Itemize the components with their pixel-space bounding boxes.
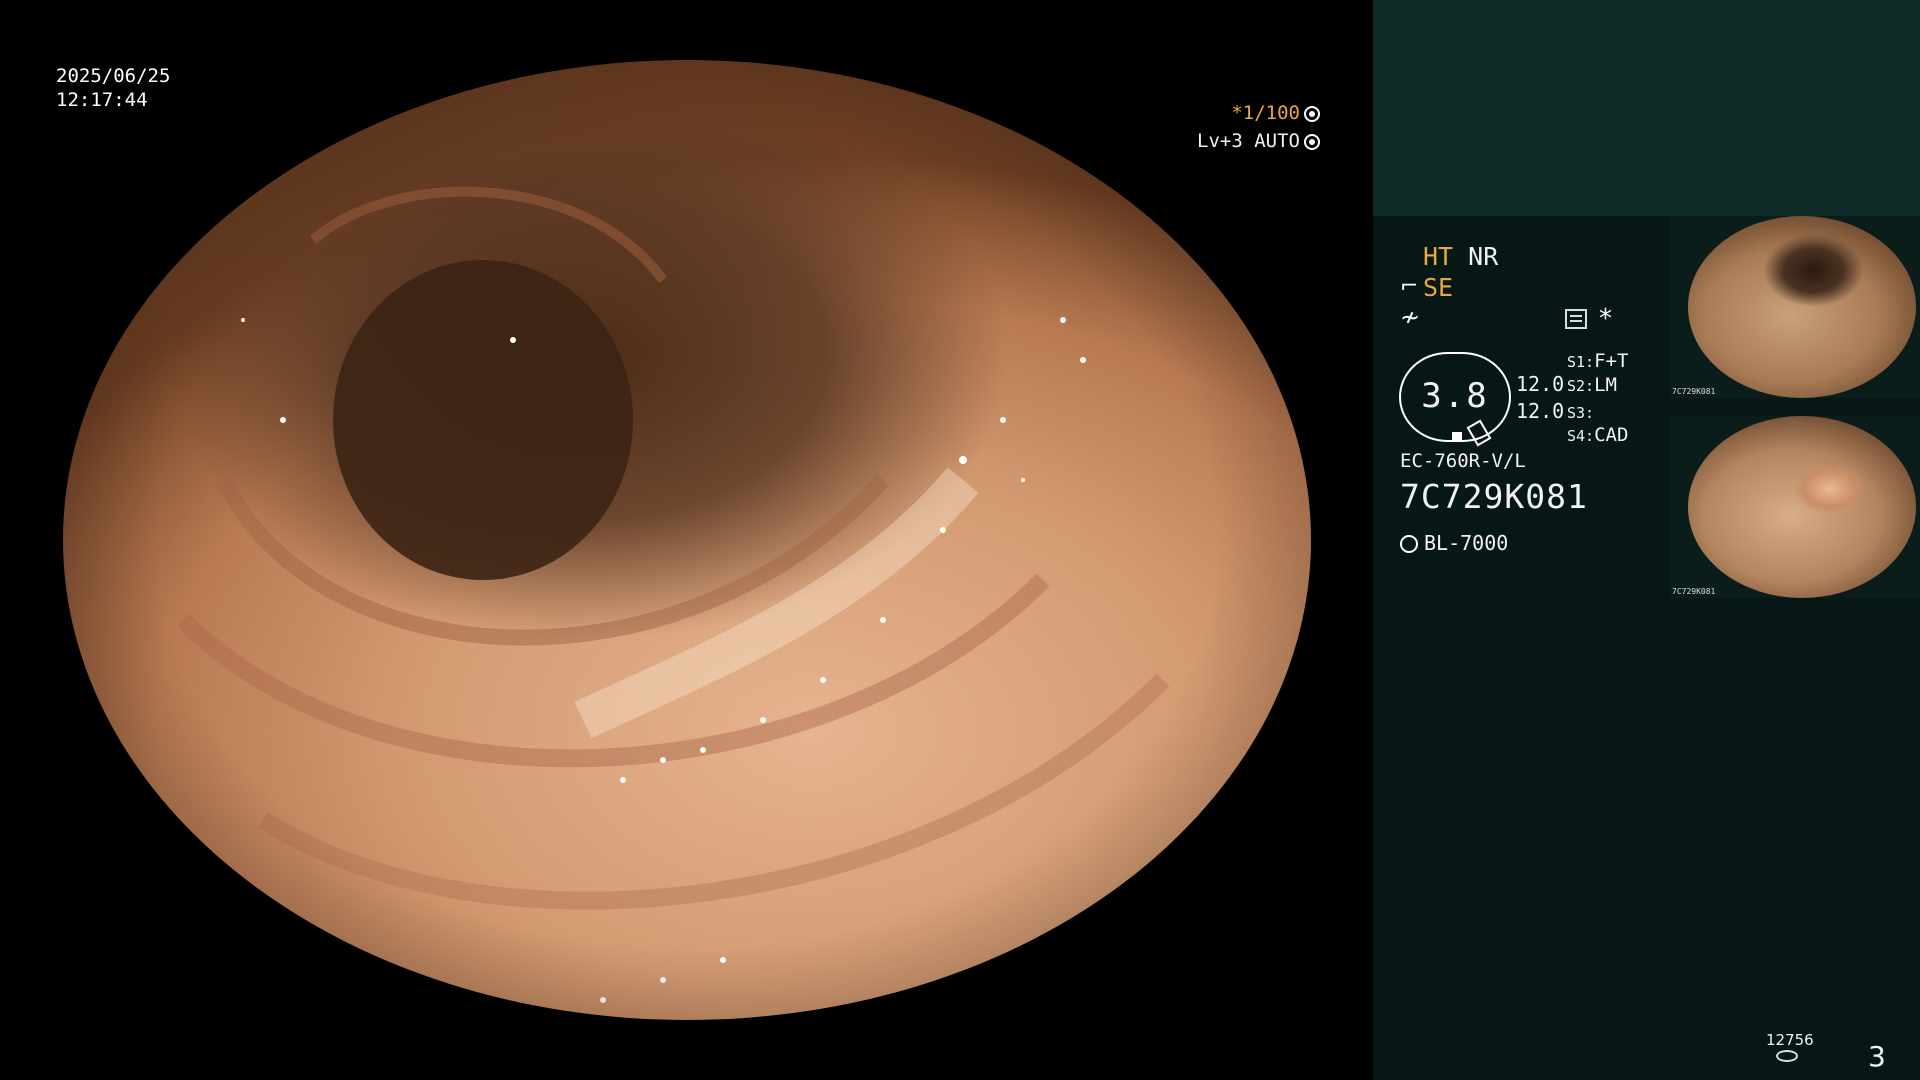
scope-enhance-icon: ⌐ bbox=[1400, 274, 1419, 299]
shutter-speed: *1/100 bbox=[1231, 102, 1300, 124]
asterisk-icon: * bbox=[1599, 304, 1612, 334]
info-panel-header bbox=[1373, 0, 1920, 216]
scope-serial: 7C729K081 bbox=[1400, 477, 1588, 516]
thumbnail-caption: 7C729K081 bbox=[1672, 587, 1716, 596]
exposure-readout: *1/100 Lv+3 AUTO bbox=[1197, 99, 1320, 155]
brightness-indicator: 3.8 bbox=[1399, 352, 1511, 447]
date-time-readout: 2025/06/25 12:17:44 bbox=[56, 64, 170, 112]
endoscopy-screen: 2025/06/25 12:17:44 *1/100 Lv+3 AUTO HT … bbox=[0, 0, 1920, 1080]
se-mode: SE bbox=[1423, 273, 1454, 302]
brightness-value: 3.8 bbox=[1421, 376, 1489, 416]
captured-thumbnail-1[interactable]: 7C729K081 bbox=[1670, 216, 1920, 398]
endoscopic-view bbox=[63, 60, 1311, 1020]
indicator-mark bbox=[1452, 432, 1462, 440]
value-1: 12.0 bbox=[1516, 372, 1565, 396]
captured-thumbnail-2[interactable]: 7C729K081 bbox=[1670, 416, 1920, 598]
switch-slot-3: S3: bbox=[1567, 404, 1595, 422]
structure-icon: ≁ bbox=[1400, 303, 1421, 331]
page-number: 3 bbox=[1868, 1040, 1886, 1073]
image-mode-line: HT NR bbox=[1423, 242, 1498, 272]
thumbnail-image bbox=[1688, 416, 1916, 598]
value-2: 12.0 bbox=[1516, 399, 1565, 423]
shutter-icon bbox=[1304, 106, 1320, 122]
date-text: 2025/06/25 bbox=[56, 65, 171, 87]
lamp-icon bbox=[1400, 535, 1418, 553]
memory-icon bbox=[1565, 309, 1587, 329]
colon-folds-illustration bbox=[176, 186, 1170, 1003]
light-source-label: BL-7000 bbox=[1424, 531, 1509, 555]
time-text: 12:17:44 bbox=[56, 89, 148, 111]
thumbnail-image bbox=[1688, 216, 1916, 398]
brightness-level: Lv+3 bbox=[1197, 130, 1243, 152]
switch-slot-2: S2:LM bbox=[1567, 374, 1617, 396]
switch-slot-1: S1:F+T bbox=[1567, 350, 1629, 372]
scope-model: EC-760R-V/L bbox=[1400, 450, 1526, 472]
iris-icon bbox=[1304, 134, 1320, 150]
image-count: 12756 bbox=[1766, 1031, 1814, 1049]
light-source: BL-7000 bbox=[1400, 531, 1508, 555]
thumbnail-caption: 7C729K081 bbox=[1672, 387, 1716, 396]
ht-mode: HT bbox=[1423, 242, 1454, 271]
iris-mode: AUTO bbox=[1254, 130, 1300, 152]
disk-icon bbox=[1776, 1050, 1798, 1062]
switch-slot-4: S4:CAD bbox=[1567, 424, 1629, 446]
nr-mode: NR bbox=[1468, 242, 1499, 271]
se-mode-line: SE bbox=[1423, 273, 1453, 303]
